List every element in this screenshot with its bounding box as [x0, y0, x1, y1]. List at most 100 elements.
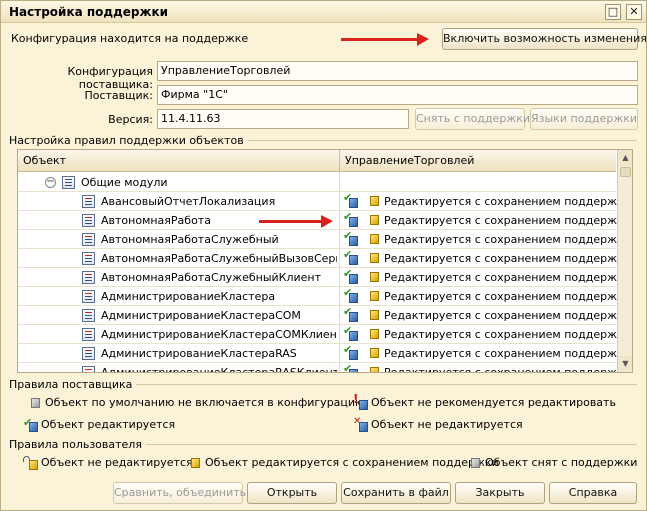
- yellow-cube-icon: [29, 460, 38, 470]
- legend-text: Объект редактируется: [41, 418, 176, 431]
- support-languages-button[interactable]: Языки поддержки: [530, 108, 638, 130]
- support-state[interactable]: Редактируется с сохранением поддержки: [384, 214, 631, 227]
- module-icon: [82, 195, 95, 208]
- yellow-cube-icon: [370, 310, 379, 320]
- object-name: АвтономнаяРаботаСлужебныйВызовСервера: [101, 252, 337, 265]
- yellow-cube-icon: [370, 234, 379, 244]
- version-field[interactable]: 11.4.11.63: [157, 109, 409, 129]
- column-header-vendor[interactable]: УправлениеТорговлей: [345, 154, 474, 167]
- support-state[interactable]: Редактируется с сохранением поддержки: [384, 347, 631, 360]
- yellow-cube-icon: [191, 458, 200, 468]
- support-state[interactable]: Редактируется с сохранением поддержки: [384, 290, 631, 303]
- object-name: АвтономнаяРаботаСлужебныйКлиент: [101, 271, 322, 284]
- blue-cube-icon: [349, 198, 358, 208]
- blue-cube-icon: [349, 217, 358, 227]
- support-settings-window: Настройка поддержки □ ✕ Конфигурация нах…: [0, 0, 647, 511]
- annotation-arrow-icon: [259, 215, 333, 228]
- table-row[interactable]: АдминистрированиеКластераRAS ✔ Редактирует…: [18, 344, 631, 363]
- module-icon: [82, 271, 95, 284]
- blue-cube-icon: [29, 422, 38, 432]
- close-icon[interactable]: ✕: [626, 4, 642, 20]
- legend-text: Объект не редактируется: [371, 418, 523, 431]
- common-modules-icon: [62, 176, 75, 189]
- remove-support-button[interactable]: Снять с поддержки: [415, 108, 530, 130]
- object-name: АвансовыйОтчетЛокализация: [101, 195, 276, 208]
- table-row[interactable]: АвтономнаяРаботаСлужебныйВызовСервера ✔ Ре…: [18, 249, 631, 268]
- yellow-cube-icon: [370, 272, 379, 282]
- yellow-cube-icon: [370, 367, 379, 372]
- window-title: Настройка поддержки: [9, 5, 169, 19]
- legend-text: Объект не рекомендуется редактировать: [371, 396, 616, 409]
- close-button[interactable]: Закрыть: [455, 482, 545, 504]
- exclamation-icon: !: [353, 392, 359, 406]
- scroll-up-icon[interactable]: ▲: [618, 150, 632, 166]
- grid-scrollbar[interactable]: ▲ ▼: [617, 150, 632, 372]
- vendor-rules-title: Правила поставщика: [9, 378, 137, 391]
- object-name: АдминистрированиеКластера: [101, 290, 276, 303]
- collapse-toggle-icon[interactable]: −: [45, 177, 56, 188]
- open-button[interactable]: Открыть: [247, 482, 337, 504]
- object-name: АдминистрированиеКластераRAS: [101, 347, 297, 360]
- support-state[interactable]: Редактируется с сохранением поддержки: [384, 195, 631, 208]
- title-bar: Настройка поддержки □ ✕: [1, 1, 646, 23]
- blue-cube-icon: [359, 400, 368, 410]
- support-state[interactable]: Редактируется с сохранением поддержки: [384, 309, 631, 322]
- yellow-cube-icon: [370, 348, 379, 358]
- blue-cube-icon: [349, 331, 358, 341]
- yellow-cube-icon: [370, 253, 379, 263]
- table-row[interactable]: АвансовыйОтчетЛокализация ✔ Редактируется …: [18, 192, 631, 211]
- module-icon: [82, 214, 95, 227]
- compare-merge-button[interactable]: Сравнить, объединить: [113, 482, 246, 504]
- column-header-object[interactable]: Объект: [23, 154, 66, 167]
- vendor-field[interactable]: Фирма "1С": [157, 85, 638, 105]
- legend-text: Объект снят с поддержки: [485, 456, 638, 469]
- tree-root-label: Общие модули: [81, 176, 168, 189]
- blue-cube-icon: [359, 422, 368, 432]
- module-icon: [82, 309, 95, 322]
- table-row[interactable]: АвтономнаяРаботаСлужебныйКлиент ✔ Редактир…: [18, 268, 631, 287]
- table-row[interactable]: АдминистрированиеКластераCOMКлиентСе...✔…: [18, 325, 631, 344]
- module-icon: [82, 290, 95, 303]
- enable-changes-button[interactable]: Включить возможность изменения: [442, 28, 647, 50]
- table-row[interactable]: АдминистрированиеКластераCOM ✔ Редактирует…: [18, 306, 631, 325]
- vendor-config-label: Конфигурация поставщика:: [67, 65, 153, 91]
- legend-text: Объект редактируется с сохранением подде…: [205, 456, 499, 469]
- help-button[interactable]: Справка: [549, 482, 637, 504]
- scroll-down-icon[interactable]: ▼: [618, 356, 632, 372]
- blue-cube-icon: [349, 293, 358, 303]
- support-state[interactable]: Редактируется с сохранением поддержки: [384, 271, 631, 284]
- annotation-arrow-icon: [341, 33, 429, 46]
- gray-cube-icon: [471, 458, 480, 468]
- version-label: Версия:: [108, 113, 153, 126]
- maximize-icon[interactable]: □: [605, 4, 621, 20]
- object-name: АдминистрированиеКластераCOM: [101, 309, 301, 322]
- blue-cube-icon: [349, 255, 358, 265]
- support-state[interactable]: Редактируется с сохранением поддержки: [384, 252, 631, 265]
- blue-cube-icon: [349, 369, 358, 372]
- support-rules-grid[interactable]: Объект УправлениеТорговлей − Общие модул…: [17, 149, 633, 373]
- vendor-label: Поставщик:: [84, 89, 153, 102]
- support-state[interactable]: Редактируется с сохранением поддержки: [384, 328, 631, 341]
- grid-header: Объект УправлениеТорговлей: [18, 150, 616, 172]
- blue-cube-icon: [349, 236, 358, 246]
- module-icon: [82, 366, 95, 372]
- module-icon: [82, 328, 95, 341]
- module-icon: [82, 347, 95, 360]
- object-name: АдминистрированиеКластераCOMКлиентСе...: [101, 328, 337, 341]
- tree-root-row[interactable]: − Общие модули: [18, 173, 616, 192]
- save-to-file-button[interactable]: Сохранить в файл: [341, 482, 451, 504]
- table-row[interactable]: АвтономнаяРаботаСлужебный ✔ Редактируется …: [18, 230, 631, 249]
- table-row[interactable]: АдминистрированиеКластераRASКлиентСе...✔…: [18, 363, 631, 373]
- scroll-thumb[interactable]: [620, 167, 631, 177]
- vendor-config-field[interactable]: УправлениеТорговлей: [157, 61, 638, 81]
- support-state[interactable]: Редактируется с сохранением поддержки: [384, 366, 631, 372]
- legend-text: Объект по умолчанию не включается в конф…: [45, 396, 365, 409]
- table-row[interactable]: АдминистрированиеКластера ✔ Редактируется …: [18, 287, 631, 306]
- yellow-cube-icon: [370, 215, 379, 225]
- object-name: АдминистрированиеКластераRASКлиентСе...: [101, 366, 337, 373]
- column-separator: [339, 150, 340, 172]
- yellow-cube-icon: [370, 329, 379, 339]
- module-icon: [82, 252, 95, 265]
- blue-cube-icon: [349, 312, 358, 322]
- support-state[interactable]: Редактируется с сохранением поддержки: [384, 233, 631, 246]
